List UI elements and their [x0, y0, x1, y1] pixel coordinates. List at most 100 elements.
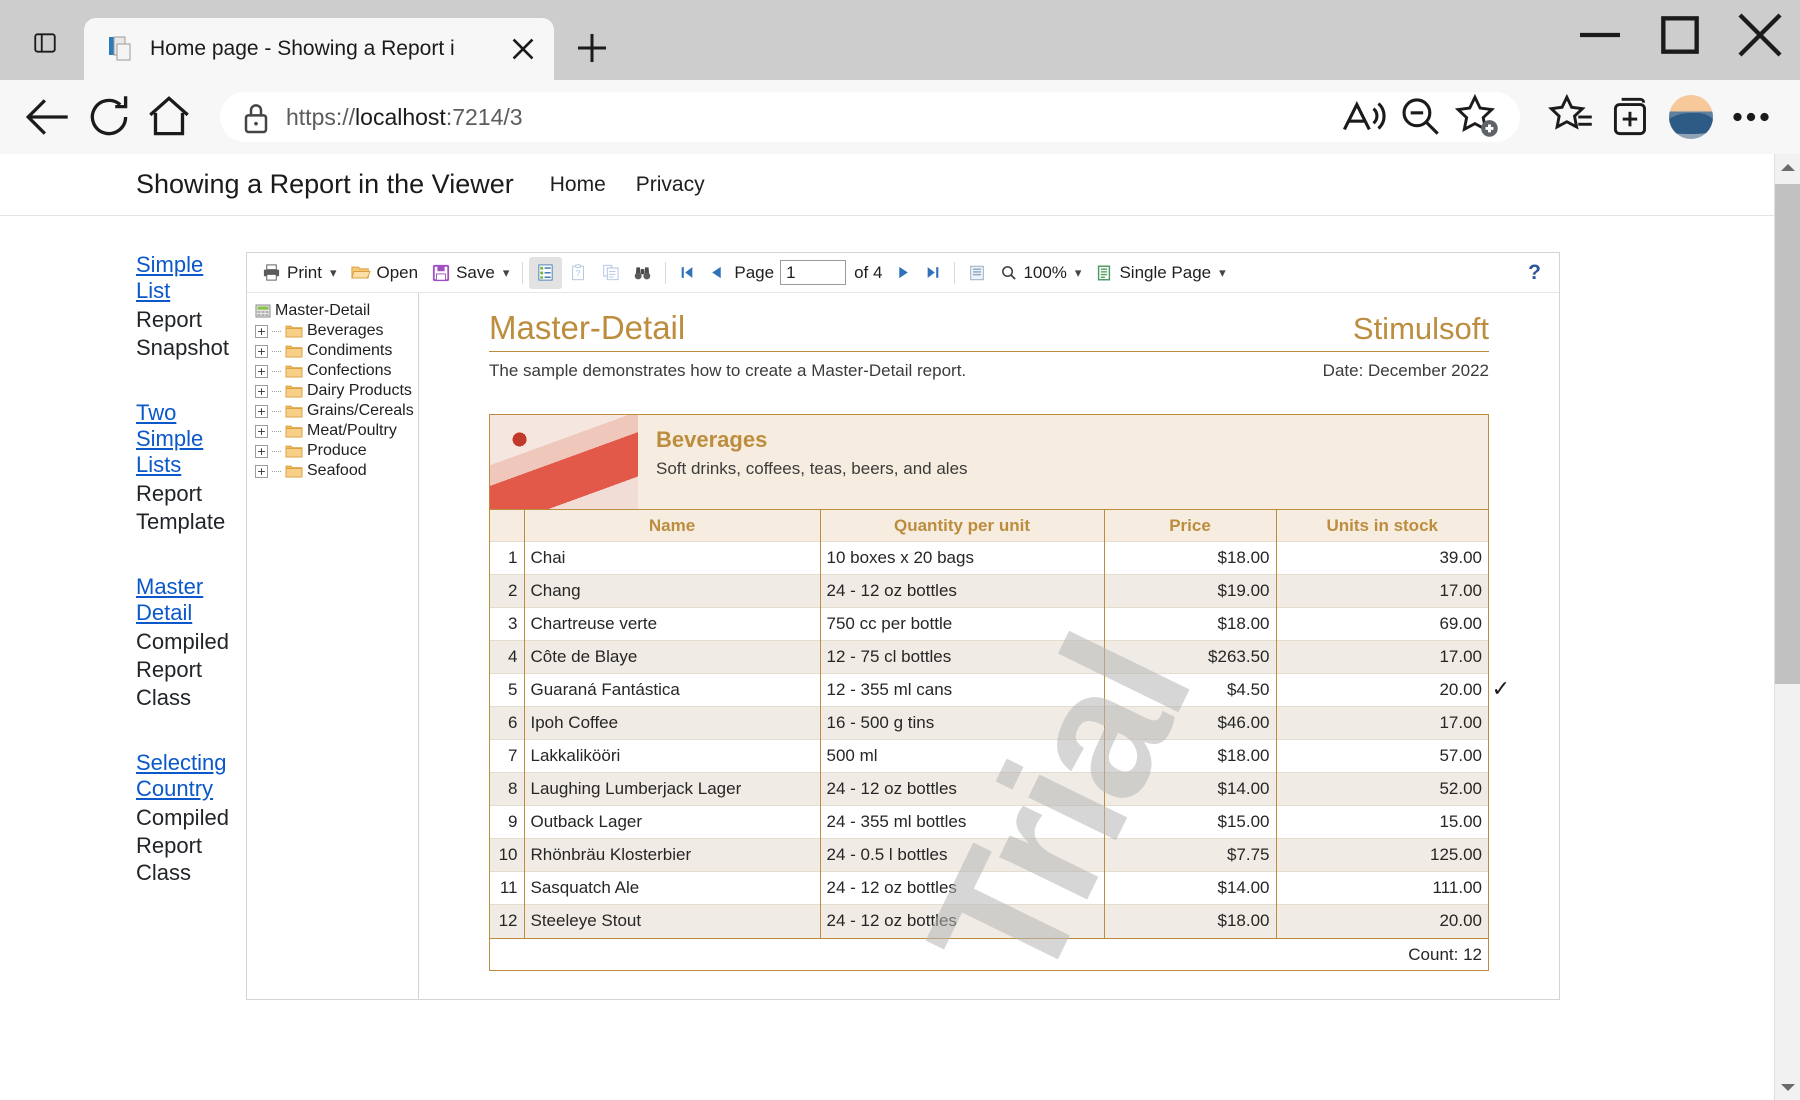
- help-button[interactable]: ?: [1518, 261, 1551, 285]
- expand-icon[interactable]: +: [255, 384, 268, 398]
- expand-icon[interactable]: +: [255, 364, 268, 378]
- chevron-down-icon[interactable]: ▾: [503, 265, 510, 281]
- expand-icon[interactable]: +: [255, 404, 268, 418]
- site-header: Showing a Report in the Viewer Home Priv…: [0, 154, 1774, 216]
- expand-icon[interactable]: +: [255, 424, 268, 438]
- bookmarks-panel-icon: [538, 264, 553, 281]
- collections-icon[interactable]: [1604, 90, 1658, 144]
- prev-page-button[interactable]: [702, 257, 730, 289]
- report-logo: Stimulsoft: [1352, 311, 1489, 346]
- open-button[interactable]: Open: [344, 257, 426, 289]
- tree-root-node[interactable]: Master-Detail: [253, 301, 412, 321]
- divider: [665, 261, 667, 284]
- last-page-button[interactable]: [918, 257, 948, 289]
- tree-connector: [272, 350, 281, 352]
- table-body: 1 Chai 10 boxes x 20 bags $18.00 39.00 2 Chang…: [490, 541, 1510, 938]
- view-mode-label: Single Page: [1119, 262, 1212, 282]
- table-row: 8 Laughing Lumberjack Lager 24 - 12 oz bot…: [490, 772, 1488, 806]
- add-favorite-icon[interactable]: [1450, 90, 1504, 144]
- zoom-button[interactable]: 100% ▾: [993, 257, 1088, 289]
- print-icon: [263, 264, 280, 281]
- link-master-detail[interactable]: Master Detail: [136, 574, 210, 626]
- cell-name: Rhönbräu Klosterbier: [523, 838, 820, 872]
- open-label: Open: [376, 262, 419, 282]
- nav-link-privacy[interactable]: Privacy: [636, 173, 705, 197]
- expand-icon[interactable]: +: [255, 344, 268, 358]
- refresh-icon[interactable]: [82, 90, 136, 144]
- folder-icon: [285, 424, 303, 438]
- link-sub-2: Compiled Report Class: [136, 628, 229, 710]
- expand-icon[interactable]: +: [255, 444, 268, 458]
- cell-price: $4.50: [1103, 673, 1276, 707]
- sidebar-toggle-button[interactable]: [16, 14, 74, 72]
- tree-node-condiments[interactable]: + Condiments: [253, 341, 412, 361]
- link-selecting-country[interactable]: Selecting Country: [136, 750, 227, 802]
- find-button[interactable]: [626, 257, 659, 289]
- resources-button[interactable]: [594, 257, 626, 289]
- back-arrow-icon[interactable]: [22, 90, 76, 144]
- parameters-button[interactable]: ?: [562, 257, 594, 289]
- cell-name: Lakkalikööri: [523, 739, 820, 773]
- group-header: Beverages Soft drinks, coffees, teas, be…: [490, 415, 1488, 509]
- tree-connector: [272, 450, 281, 452]
- folder-icon: [285, 364, 303, 378]
- zoom-out-icon[interactable]: [1392, 90, 1446, 144]
- tree-node-grains-cereals[interactable]: + Grains/Cereals: [253, 401, 414, 421]
- close-icon[interactable]: [506, 32, 540, 66]
- report-canvas[interactable]: Master-Detail Stimulsoft The sample demo…: [419, 293, 1559, 999]
- tree-node-seafood[interactable]: + Seafood: [253, 461, 412, 481]
- nav-link-home[interactable]: Home: [550, 173, 606, 197]
- folder-icon: [285, 444, 303, 458]
- cell-name: Outback Lager: [523, 805, 820, 839]
- tree-node-produce[interactable]: + Produce: [253, 441, 412, 461]
- check-icon: ✓: [1491, 676, 1510, 701]
- table-row: 12 Steeleye Stout 24 - 12 oz bottles $18.00…: [490, 904, 1488, 938]
- cell-quantity: 24 - 12 oz bottles: [819, 574, 1104, 608]
- save-button[interactable]: Save ▾: [425, 257, 516, 289]
- minimize-button[interactable]: [1560, 0, 1640, 70]
- new-tab-button[interactable]: [570, 26, 614, 70]
- close-window-button[interactable]: [1720, 0, 1800, 70]
- home-icon[interactable]: [142, 90, 196, 144]
- tree-connector: [272, 390, 281, 392]
- link-simple-list[interactable]: Simple List: [136, 252, 210, 304]
- full-screen-button[interactable]: [961, 257, 993, 289]
- first-page-button[interactable]: [672, 257, 702, 289]
- expand-icon[interactable]: +: [255, 464, 268, 478]
- chevron-down-icon[interactable]: ▾: [330, 265, 337, 281]
- chevron-down-icon[interactable]: ▾: [1075, 265, 1082, 281]
- page-input[interactable]: [780, 260, 847, 285]
- bookmarks-panel-button[interactable]: [529, 256, 563, 289]
- tree-node-meat-poultry[interactable]: + Meat/Poultry: [253, 421, 412, 441]
- page-scrollbar[interactable]: [1774, 154, 1800, 1100]
- report-subheader: The sample demonstrates how to create a …: [489, 361, 1489, 381]
- scrollbar-thumb[interactable]: [1775, 184, 1800, 684]
- scroll-up-arrow-icon[interactable]: [1775, 154, 1800, 180]
- divider: [954, 261, 956, 284]
- scroll-down-arrow-icon[interactable]: [1775, 1074, 1800, 1100]
- view-mode-button[interactable]: Single Page ▾: [1088, 257, 1232, 289]
- avatar[interactable]: [1664, 90, 1718, 144]
- print-button[interactable]: Print ▾: [255, 257, 344, 289]
- browser-tab[interactable]: Home page - Showing a Report i: [84, 18, 554, 80]
- favorites-icon[interactable]: [1544, 90, 1598, 144]
- beverages-photo: [490, 415, 638, 509]
- folder-open-icon: [350, 266, 371, 279]
- tree-node-dairy-products[interactable]: + Dairy Products: [253, 381, 412, 401]
- tree-node-confections[interactable]: + Confections: [253, 361, 412, 381]
- maximize-button[interactable]: [1640, 0, 1720, 70]
- content-row: Simple List Report Snapshot Two Simple L…: [0, 216, 1774, 1000]
- expand-icon[interactable]: +: [255, 324, 268, 338]
- read-aloud-icon[interactable]: [1334, 90, 1388, 144]
- url-text: https://localhost:7214/3: [286, 104, 523, 131]
- col-price: Price: [1103, 509, 1276, 542]
- tree-node-label: Dairy Products: [307, 382, 412, 399]
- sample-links-column: Simple List Report Snapshot Two Simple L…: [0, 252, 229, 1000]
- cell-rownum: 1: [490, 541, 524, 575]
- chevron-down-icon[interactable]: ▾: [1219, 265, 1226, 281]
- link-two-simple-lists[interactable]: Two Simple Lists: [136, 400, 210, 478]
- address-bar[interactable]: https://localhost:7214/3: [220, 92, 1520, 142]
- tree-node-beverages[interactable]: + Beverages: [253, 321, 412, 341]
- ellipsis-icon[interactable]: [1724, 90, 1778, 144]
- next-page-button[interactable]: [890, 257, 918, 289]
